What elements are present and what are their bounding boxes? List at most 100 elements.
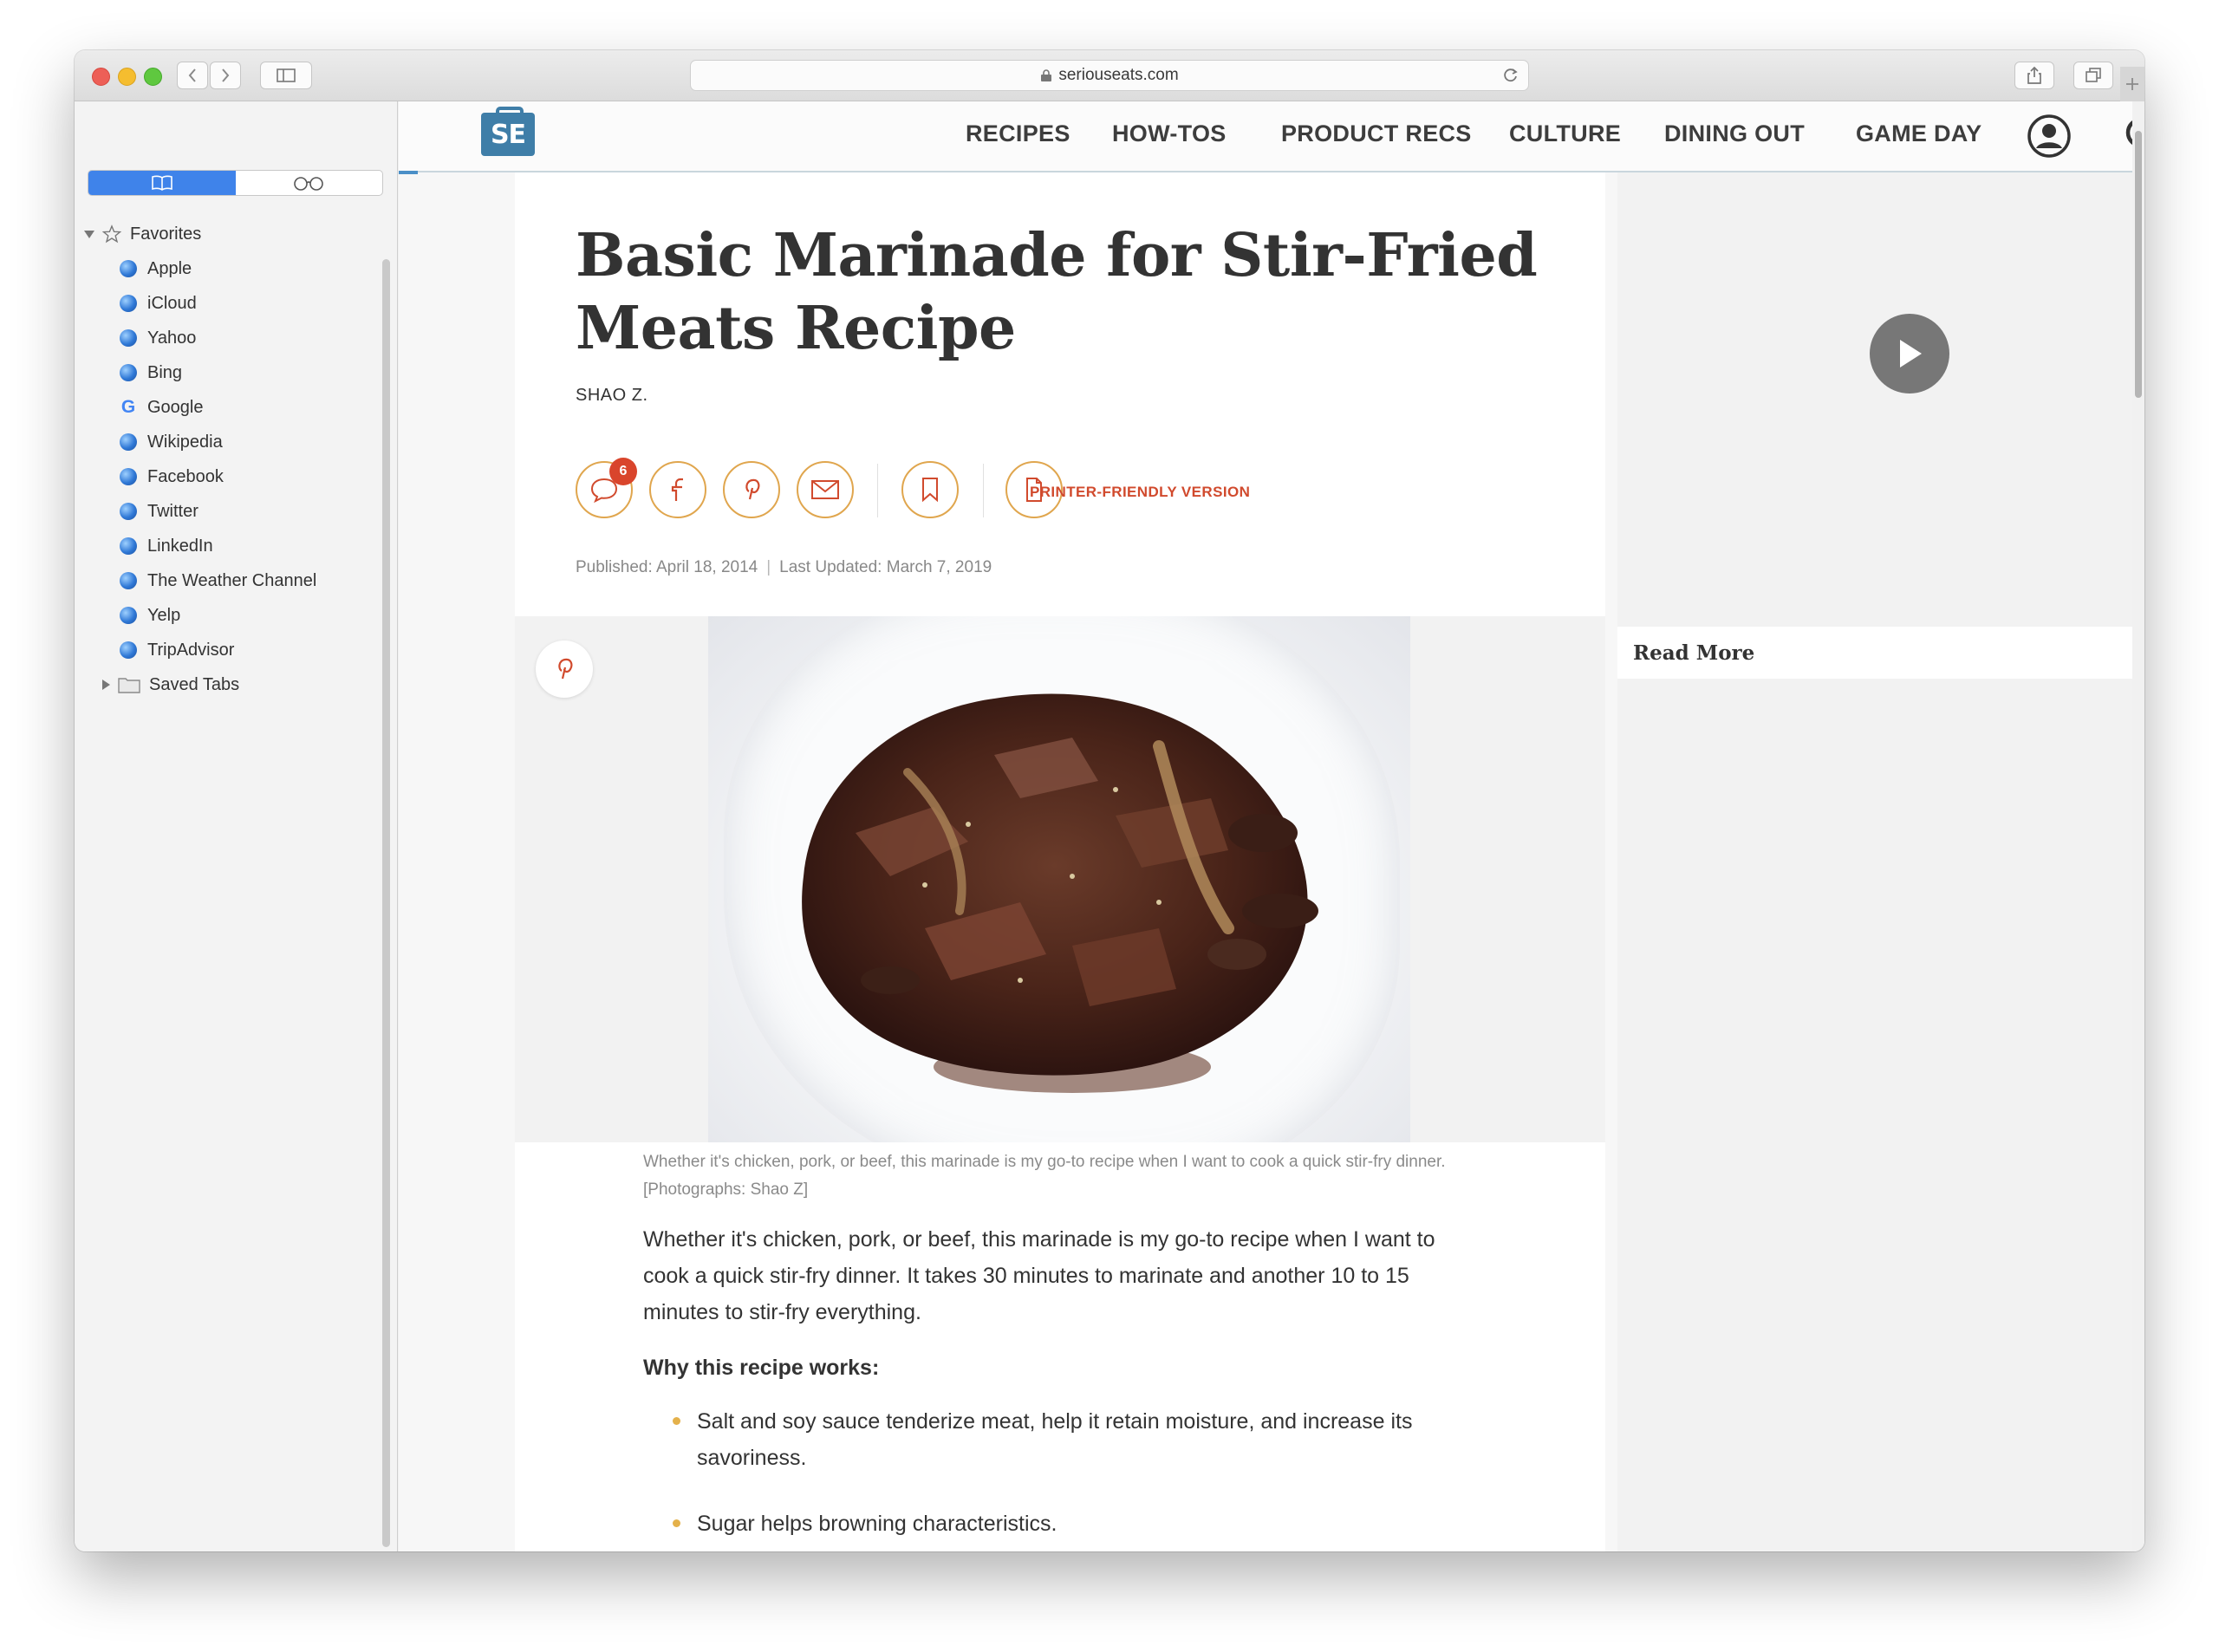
pinterest-share-button[interactable] [723, 461, 780, 518]
lock-icon [1041, 69, 1052, 81]
bookmark-twitter[interactable]: Twitter [120, 498, 414, 524]
article-author[interactable]: SHAO Z. [576, 386, 648, 406]
favorites-folder[interactable]: Favorites [83, 221, 378, 247]
right-column: Read More [1617, 171, 2144, 1551]
bookmark-label: LinkedIn [147, 536, 213, 556]
book-icon [151, 175, 172, 191]
pinterest-icon [745, 478, 760, 500]
pin-image-button[interactable] [536, 641, 593, 698]
sidebar-scrollbar[interactable] [382, 259, 390, 1547]
video-player[interactable] [1617, 171, 2132, 627]
play-icon [1900, 340, 1922, 367]
nav-dining-out[interactable]: DINING OUT [1664, 120, 1805, 147]
why-heading: Why this recipe works: [643, 1356, 880, 1380]
nav-culture[interactable]: CULTURE [1509, 120, 1621, 147]
bookmark-label: Twitter [147, 501, 198, 521]
globe-icon [120, 607, 137, 624]
reading-list-tab[interactable] [236, 171, 383, 195]
saved-tabs-label: Saved Tabs [149, 674, 240, 694]
nav-recipes[interactable]: RECIPES [966, 120, 1070, 147]
article-dates: Published: April 18, 2014 | Last Updated: … [576, 558, 992, 577]
star-icon [102, 224, 121, 244]
minimize-window-button[interactable] [118, 68, 136, 86]
globe-icon [120, 572, 137, 589]
glasses-icon [294, 177, 324, 191]
bookmark-icon [922, 478, 938, 503]
bookmarks-tab[interactable] [88, 171, 236, 195]
tab-overview-button[interactable] [2073, 62, 2113, 89]
save-bookmark-button[interactable] [901, 461, 959, 518]
printer-friendly-link[interactable]: PRINTER-FRIENDLY VERSION [1030, 484, 1250, 501]
globe-icon [120, 329, 137, 347]
sidebar-segment-control [88, 170, 383, 196]
back-button[interactable] [177, 62, 208, 89]
bookmark-label: Google [147, 397, 204, 417]
disclosure-down-icon[interactable] [83, 228, 95, 240]
facebook-icon [671, 478, 683, 501]
address-bar[interactable]: seriouseats.com [690, 60, 1529, 91]
bookmark-yelp[interactable]: Yelp [120, 602, 414, 628]
bookmark-linkedin[interactable]: LinkedIn [120, 533, 414, 559]
bookmark-label: TripAdvisor [147, 640, 235, 660]
share-icon [2027, 66, 2041, 84]
bookmark-facebook[interactable]: Facebook [120, 464, 414, 490]
disclosure-right-icon[interactable] [101, 679, 111, 691]
hero-photo[interactable] [708, 616, 1410, 1142]
nav-game-day[interactable]: GAME DAY [1856, 120, 1981, 147]
plus-icon [2126, 78, 2138, 90]
read-more-heading[interactable]: Read More [1617, 627, 2144, 679]
zoom-window-button[interactable] [144, 68, 162, 86]
pinterest-icon [558, 658, 573, 680]
web-content: Basic Marinade for Stir-Fried Meats Reci… [399, 101, 2144, 1551]
article-intro: Whether it's chicken, pork, or beef, thi… [643, 1227, 1435, 1324]
close-window-button[interactable] [92, 68, 110, 86]
bookmark-weather-channel[interactable]: The Weather Channel [120, 568, 414, 594]
site-logo[interactable]: SE [481, 113, 535, 156]
saved-tabs-folder[interactable]: Saved Tabs [101, 672, 395, 698]
reload-icon[interactable] [1502, 67, 1519, 84]
play-button[interactable] [1870, 314, 1949, 393]
sidebar-toggle-button[interactable] [260, 62, 312, 89]
bookmark-yahoo[interactable]: Yahoo [120, 325, 414, 351]
hero-photo-area [515, 616, 1605, 1142]
progress-indicator [399, 171, 418, 174]
globe-icon [120, 433, 137, 451]
tabs-icon [2086, 68, 2101, 82]
globe-icon [120, 641, 137, 659]
bookmark-label: Bing [147, 362, 183, 382]
updated-date: Last Updated: March 7, 2019 [779, 558, 992, 576]
bookmark-icloud[interactable]: iCloud [120, 290, 414, 316]
account-icon[interactable] [2027, 114, 2072, 159]
share-button[interactable] [2014, 62, 2054, 89]
globe-icon [120, 364, 137, 381]
published-date: Published: April 18, 2014 [576, 558, 758, 576]
envelope-icon [811, 480, 839, 499]
google-icon: G [120, 397, 136, 417]
bookmark-label: iCloud [147, 293, 197, 313]
bookmark-apple[interactable]: Apple [120, 256, 414, 282]
site-header: SE RECIPES HOW-TOS PRODUCT RECS CULTURE … [399, 101, 2144, 172]
bookmark-label: Apple [147, 258, 192, 278]
chevron-right-icon [222, 68, 230, 82]
comments-button[interactable]: 6 [576, 458, 637, 518]
stir-fry-food-image [802, 693, 1318, 1093]
nav-how-tos[interactable]: HOW-TOS [1112, 120, 1227, 147]
forward-button[interactable] [210, 62, 241, 89]
bookmark-wikipedia[interactable]: Wikipedia [120, 429, 414, 455]
bookmark-google[interactable]: G Google [120, 394, 414, 420]
facebook-share-button[interactable] [649, 461, 706, 518]
nav-product-recs[interactable]: PRODUCT RECS [1281, 120, 1472, 147]
bullet-item: Salt and soy sauce tenderize meat, help … [673, 1403, 1477, 1476]
comment-count-badge: 6 [609, 458, 637, 485]
new-tab-button[interactable] [2120, 67, 2144, 101]
page-scrollbar-thumb[interactable] [2135, 131, 2142, 398]
photo-caption: Whether it's chicken, pork, or beef, thi… [643, 1153, 1446, 1199]
email-share-button[interactable] [797, 461, 854, 518]
globe-icon [120, 537, 137, 555]
bookmark-bing[interactable]: Bing [120, 360, 414, 386]
article-card: Basic Marinade for Stir-Fried Meats Reci… [515, 101, 1605, 1551]
bookmark-tripadvisor[interactable]: TripAdvisor [120, 637, 414, 663]
url-text: seriouseats.com [1058, 66, 1179, 84]
browser-window: seriouseats.com Favorites Apple iCloud Y… [75, 50, 2144, 1551]
bookmark-label: Yelp [147, 605, 181, 625]
